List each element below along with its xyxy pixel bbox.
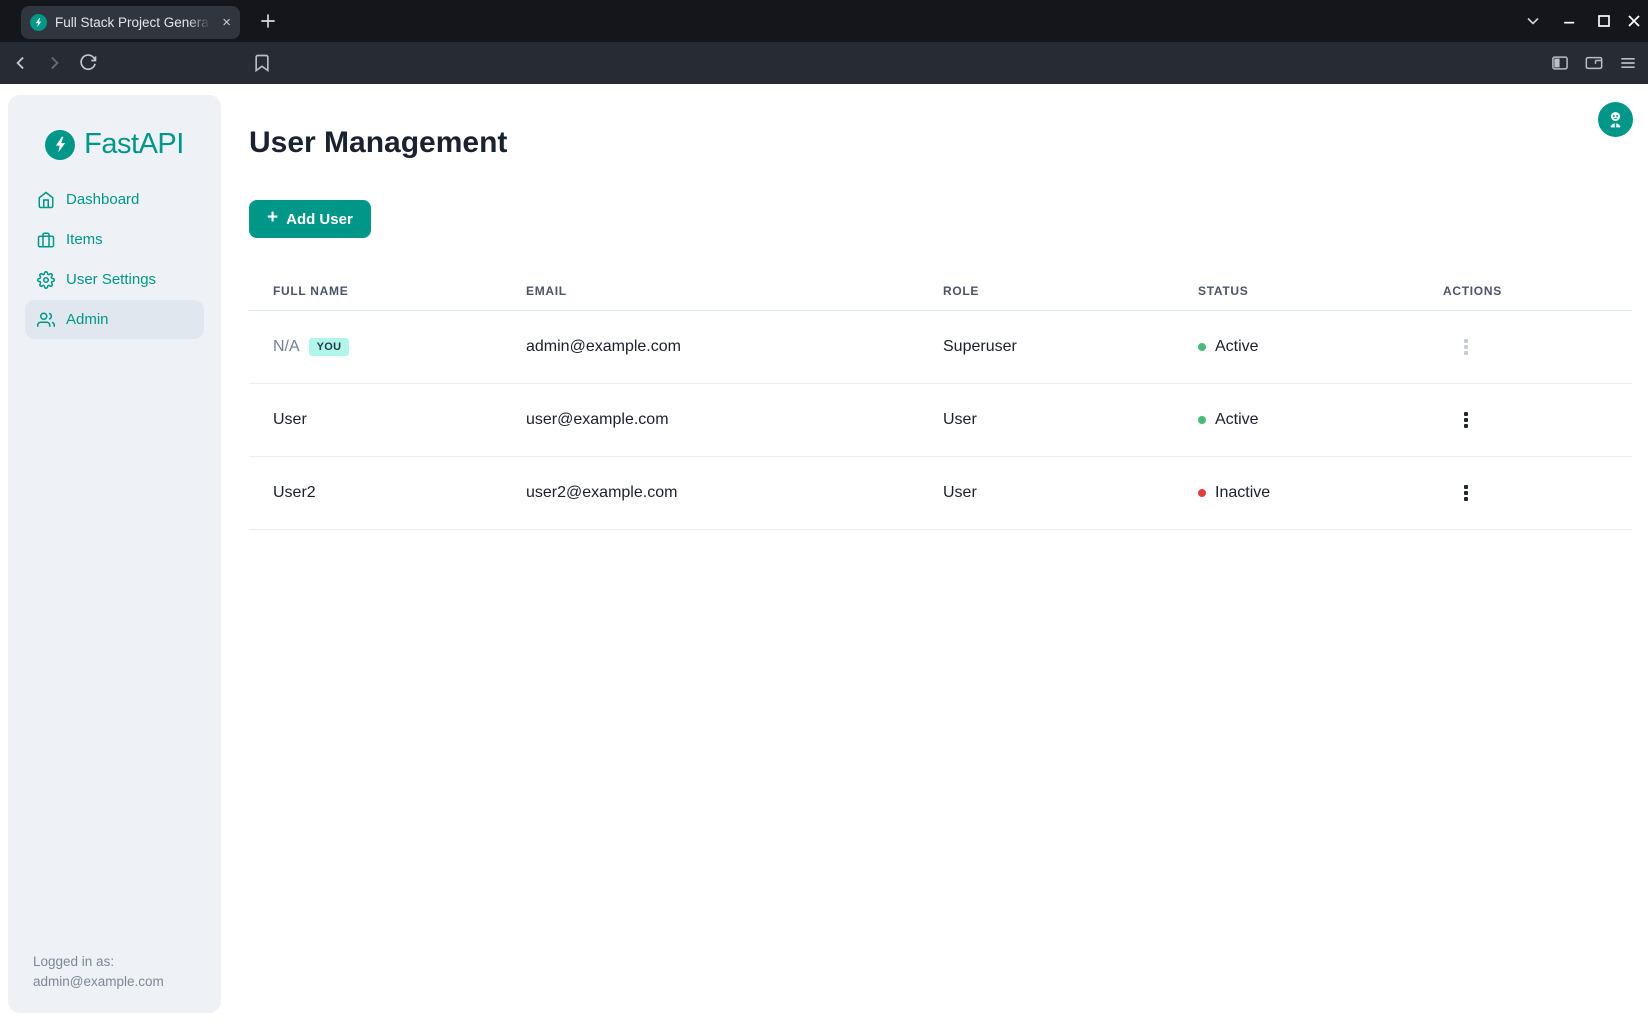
column-header-actions: ACTIONS: [1419, 284, 1632, 298]
reload-button[interactable]: [78, 53, 98, 78]
app-content: FastAPI Dashboard Items User Settings: [0, 84, 1648, 1025]
add-user-label: Add User: [286, 211, 353, 228]
sidebar-item-items[interactable]: Items: [25, 220, 204, 259]
back-button[interactable]: [11, 53, 31, 78]
page-title: User Management: [249, 126, 507, 160]
browser-navbar: localhost/admin 1: [0, 42, 1648, 84]
gear-icon: [37, 271, 55, 289]
sidebar-item-dashboard[interactable]: Dashboard: [25, 180, 204, 219]
cell-email: user@example.com: [502, 411, 919, 429]
fastapi-bolt-icon: [45, 130, 75, 160]
column-header-email: EMAIL: [502, 284, 919, 298]
cell-role: Superuser: [919, 338, 1174, 356]
sidebar-menu: Dashboard Items User Settings Admin: [25, 180, 204, 340]
column-header-status: STATUS: [1174, 284, 1419, 298]
logged-in-label: Logged in as:: [33, 952, 196, 972]
table-row: User2 user2@example.com User Inactive: [249, 457, 1632, 530]
cell-status: Inactive: [1215, 484, 1270, 502]
cell-role: User: [919, 411, 1174, 429]
wallet-icon[interactable]: [1584, 53, 1604, 73]
sidebar-item-label: Admin: [66, 311, 109, 328]
row-actions-menu[interactable]: [1460, 485, 1472, 501]
browser-tab[interactable]: Full Stack Project Genera ×: [21, 6, 240, 39]
cell-email: admin@example.com: [502, 338, 919, 356]
logged-in-footer: Logged in as: admin@example.com: [8, 952, 221, 1013]
row-actions-menu[interactable]: [1460, 412, 1472, 428]
column-header-full-name: FULL NAME: [249, 284, 502, 298]
briefcase-icon: [37, 231, 55, 249]
sidebar-item-admin[interactable]: Admin: [25, 300, 204, 339]
column-header-role: ROLE: [919, 284, 1174, 298]
sidebar-item-user-settings[interactable]: User Settings: [25, 260, 204, 299]
cell-full-name: N/A: [273, 338, 300, 356]
forward-button[interactable]: [44, 53, 64, 78]
table-row: User user@example.com User Active: [249, 384, 1632, 457]
cell-full-name: User2: [249, 484, 502, 502]
window-minimize-button[interactable]: [1560, 11, 1580, 36]
users-table: FULL NAME EMAIL ROLE STATUS ACTIONS N/A Y…: [249, 271, 1632, 530]
table-row: N/A YOU admin@example.com Superuser Activ…: [249, 311, 1632, 384]
logo-text: FastAPI: [84, 128, 184, 161]
tab-search-chevron-icon[interactable]: [1523, 11, 1543, 36]
logged-in-email: admin@example.com: [33, 972, 196, 992]
cell-role: User: [919, 484, 1174, 502]
you-badge: YOU: [309, 338, 350, 356]
sidebar-item-label: Items: [66, 231, 103, 248]
tab-close-icon[interactable]: ×: [222, 15, 231, 30]
cell-status: Active: [1215, 411, 1259, 429]
cell-status: Active: [1215, 338, 1259, 356]
cell-full-name: User: [249, 411, 502, 429]
sidebar: FastAPI Dashboard Items User Settings: [8, 95, 221, 1013]
sidebar-panel-icon[interactable]: [1550, 53, 1570, 73]
new-tab-button[interactable]: [255, 8, 281, 34]
status-dot-inactive: [1198, 489, 1206, 497]
plus-icon: +: [267, 207, 278, 229]
add-user-button[interactable]: + Add User: [249, 200, 371, 238]
tab-strip: Full Stack Project Genera ×: [0, 0, 1648, 42]
sidebar-item-label: User Settings: [66, 271, 156, 288]
users-icon: [37, 311, 55, 329]
menu-hamburger-icon[interactable]: [1618, 53, 1638, 73]
window-maximize-button[interactable]: [1594, 11, 1614, 36]
user-avatar-button[interactable]: [1598, 102, 1633, 137]
status-dot-active: [1198, 416, 1206, 424]
tab-title: Full Stack Project Genera: [55, 15, 214, 30]
home-icon: [37, 191, 55, 209]
table-header-row: FULL NAME EMAIL ROLE STATUS ACTIONS: [249, 271, 1632, 311]
fastapi-favicon-icon: [30, 14, 47, 31]
browser-window: Full Stack Project Genera ×: [0, 0, 1648, 1025]
sidebar-item-label: Dashboard: [66, 191, 139, 208]
cell-email: user2@example.com: [502, 484, 919, 502]
bookmark-icon[interactable]: [252, 53, 272, 78]
astronaut-user-icon: [1605, 109, 1626, 130]
row-actions-menu-disabled: [1460, 339, 1472, 355]
window-close-button[interactable]: [1624, 11, 1644, 36]
fastapi-logo: FastAPI: [45, 128, 184, 161]
status-dot-active: [1198, 343, 1206, 351]
